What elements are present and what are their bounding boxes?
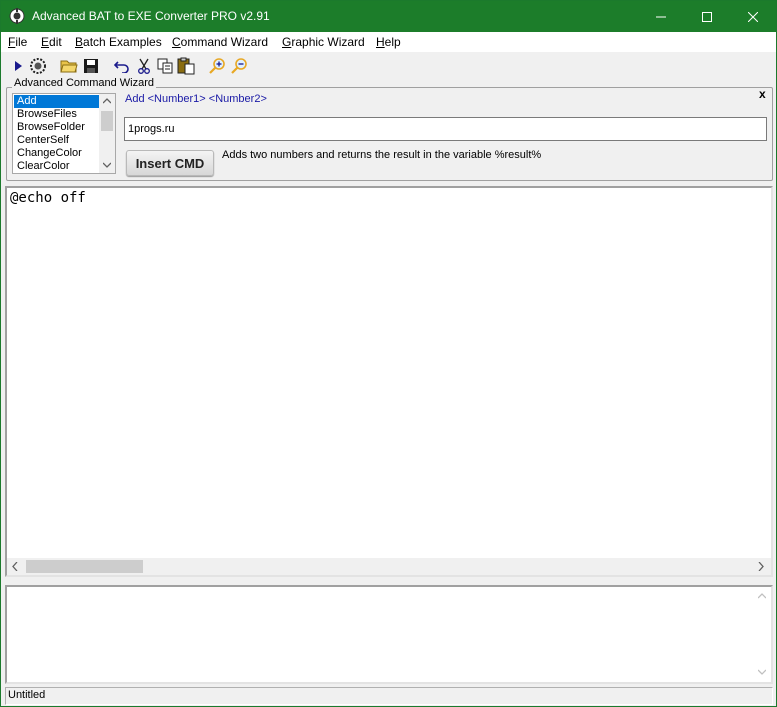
- zoom-out-icon[interactable]: [230, 57, 248, 75]
- menu-file-label: ile: [15, 35, 28, 49]
- status-bar: Untitled: [5, 687, 773, 705]
- command-list-scrollbar[interactable]: [99, 94, 115, 173]
- wizard-close-button[interactable]: x: [759, 87, 766, 101]
- menu-graphic-label: raphic Wizard: [291, 35, 365, 49]
- output-scroll-up-icon[interactable]: [758, 593, 766, 599]
- script-editor[interactable]: @echo off: [5, 186, 773, 577]
- command-wizard-legend: Advanced Command Wizard: [12, 77, 157, 89]
- insert-cmd-button[interactable]: Insert CMD: [126, 150, 214, 176]
- command-list-item[interactable]: Add: [14, 95, 99, 108]
- toolbar: [1, 52, 776, 80]
- menu-help-accel: H: [376, 35, 385, 49]
- window-title: Advanced BAT to EXE Converter PRO v2.91: [32, 9, 270, 23]
- title-bar[interactable]: Advanced BAT to EXE Converter PRO v2.91: [1, 1, 776, 32]
- command-description: Adds two numbers and returns the result …: [222, 149, 542, 161]
- menu-help-label: elp: [384, 35, 401, 49]
- menu-edit[interactable]: Edit: [41, 35, 62, 49]
- menu-edit-accel: E: [41, 35, 50, 49]
- command-list-item[interactable]: BrowseFolder: [14, 121, 99, 134]
- open-folder-icon[interactable]: [60, 57, 78, 75]
- menu-graphic-wizard[interactable]: Graphic Wizard: [282, 35, 365, 49]
- command-syntax: Add <Number1> <Number2>: [125, 93, 267, 105]
- editor-scroll-thumb[interactable]: [26, 560, 143, 573]
- menu-batch-examples[interactable]: Batch Examples: [75, 35, 162, 49]
- output-scroll-down-icon[interactable]: [758, 669, 766, 675]
- command-list-item[interactable]: BrowseFiles: [14, 108, 99, 121]
- menu-command-accel: C: [172, 35, 181, 49]
- compile-icon[interactable]: [29, 57, 47, 75]
- run-icon[interactable]: [9, 57, 27, 75]
- editor-horizontal-scrollbar[interactable]: [7, 558, 771, 575]
- menu-batch-label: atch Examples: [83, 35, 162, 49]
- command-list-item[interactable]: ChangeColor: [14, 147, 99, 160]
- menu-help[interactable]: Help: [376, 35, 401, 49]
- command-list[interactable]: Add BrowseFiles BrowseFolder CenterSelf …: [12, 93, 116, 174]
- minimize-button[interactable]: [638, 1, 684, 32]
- editor-content[interactable]: @echo off: [10, 190, 86, 206]
- cut-icon[interactable]: [135, 57, 153, 75]
- command-list-scroll-thumb[interactable]: [101, 111, 113, 131]
- scroll-right-arrow-icon[interactable]: [758, 562, 764, 571]
- menu-command-label: ommand Wizard: [180, 35, 269, 49]
- undo-icon[interactable]: [113, 57, 131, 75]
- maximize-button[interactable]: [684, 1, 730, 32]
- close-button[interactable]: [730, 1, 776, 32]
- copy-icon[interactable]: [156, 57, 174, 75]
- output-panel[interactable]: [5, 585, 773, 684]
- menu-command-wizard[interactable]: Command Wizard: [172, 35, 268, 49]
- command-list-item[interactable]: ClearColor: [14, 160, 99, 173]
- output-scrollbar[interactable]: [753, 587, 771, 682]
- scroll-down-arrow-icon[interactable]: [103, 162, 111, 168]
- zoom-in-icon[interactable]: [208, 57, 226, 75]
- menu-bar: File Edit Batch Examples Command Wizard …: [1, 32, 776, 52]
- menu-file[interactable]: File: [8, 35, 27, 49]
- save-icon[interactable]: [82, 57, 100, 75]
- app-icon: [9, 8, 25, 24]
- paste-icon[interactable]: [177, 57, 195, 75]
- app-window: Advanced BAT to EXE Converter PRO v2.91 …: [0, 0, 777, 707]
- menu-graphic-accel: G: [282, 35, 292, 49]
- command-list-item[interactable]: CenterSelf: [14, 134, 99, 147]
- menu-batch-accel: B: [75, 35, 84, 49]
- status-filename: Untitled: [8, 689, 46, 701]
- scroll-left-arrow-icon[interactable]: [12, 562, 18, 571]
- scroll-up-arrow-icon[interactable]: [103, 98, 111, 104]
- menu-edit-label: dit: [49, 35, 62, 49]
- command-parameter-input[interactable]: [124, 117, 767, 141]
